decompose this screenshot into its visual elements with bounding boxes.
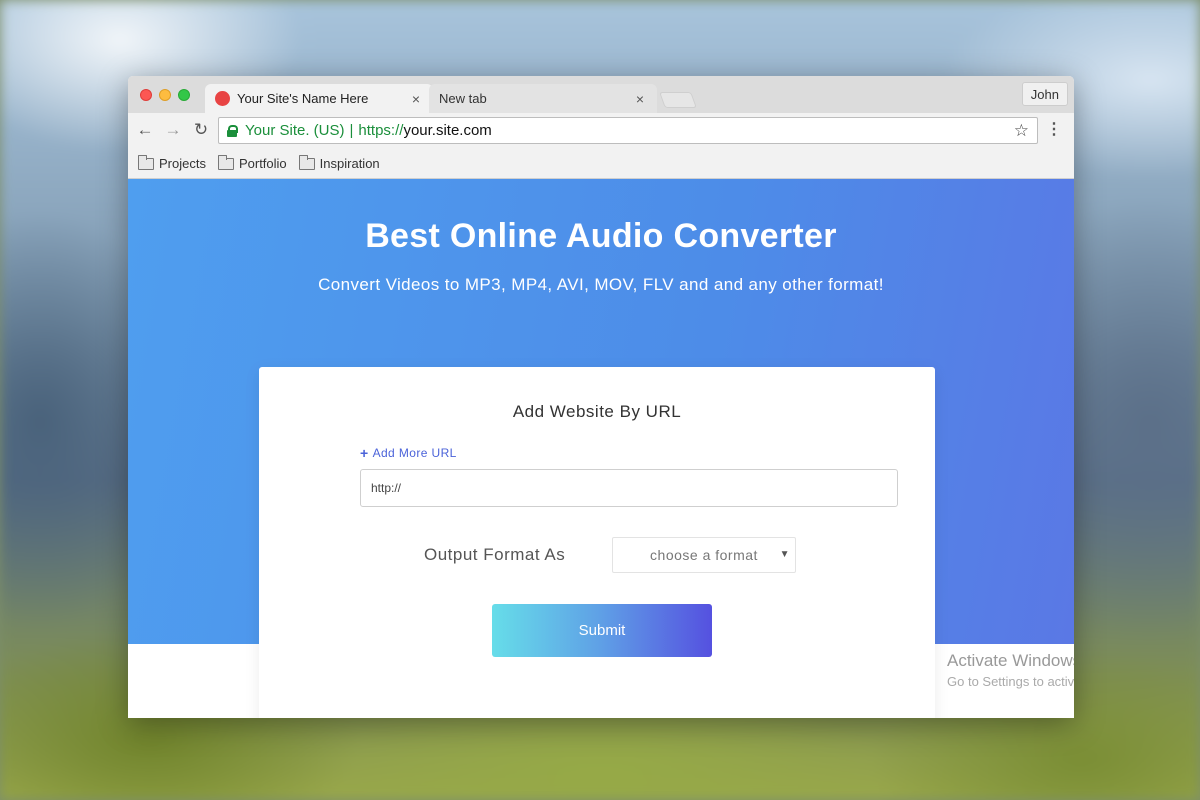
activate-windows-watermark: Activate Windows Go to Settings to activ… — [947, 651, 1074, 701]
tab-label: New tab — [439, 91, 487, 106]
url-scheme: https:// — [358, 122, 404, 139]
favicon-icon — [215, 91, 230, 106]
add-more-url-link[interactable]: + Add More URL — [360, 445, 457, 461]
reload-icon[interactable]: ↻ — [190, 119, 212, 141]
bookmark-inspiration[interactable]: Inspiration — [298, 154, 380, 171]
bookmark-star-icon[interactable]: ☆ — [1014, 121, 1029, 141]
address-separator: | — [349, 122, 354, 139]
page-subtitle: Convert Videos to MP3, MP4, AVI, MOV, FL… — [318, 275, 884, 294]
profile-button[interactable]: John — [1021, 82, 1068, 106]
page-title: Best Online Audio Converter — [365, 217, 837, 255]
folder-icon — [298, 154, 315, 170]
forward-arrow-icon[interactable]: → — [162, 119, 184, 141]
browser-window: Your Site's Name Here × New tab × John ←… — [128, 76, 1074, 718]
folder-icon — [138, 154, 154, 170]
site-identity: Your Site. (US) — [245, 122, 345, 139]
bookmark-label: Inspiration — [319, 156, 380, 171]
lock-icon — [227, 125, 238, 137]
tab-new-tab[interactable]: New tab × — [429, 84, 657, 113]
url-input[interactable] — [360, 469, 898, 507]
back-arrow-icon[interactable]: ← — [134, 119, 156, 141]
maximize-window-button[interactable] — [178, 89, 190, 101]
chevron-down-icon: ▼ — [779, 549, 790, 560]
tab-close-icon[interactable]: × — [633, 91, 647, 107]
format-select-value: choose a format — [650, 547, 758, 563]
bookmark-label: Projects — [159, 156, 206, 171]
tab-close-icon[interactable]: × — [409, 91, 423, 107]
page-content: Best Online Audio Converter Convert Vide… — [128, 179, 1074, 718]
plus-icon: + — [360, 445, 369, 461]
bookmark-label: Portfolio — [238, 156, 287, 171]
bookmark-portfolio[interactable]: Portfolio — [217, 154, 287, 171]
tab-your-site[interactable]: Your Site's Name Here × — [205, 84, 433, 113]
tab-bar: Your Site's Name Here × New tab × John — [128, 76, 1074, 113]
watermark-line1: Activate Windows — [947, 651, 1074, 670]
converter-form-card: Add Website By URL + Add More URL Output… — [259, 367, 935, 718]
submit-button[interactable]: Submit — [492, 604, 712, 657]
url-host: your.site.com — [403, 122, 492, 139]
browser-toolbar: ← → ↻ Your Site. (US) | https:// your.si… — [128, 113, 1074, 149]
minimize-window-button[interactable] — [159, 89, 171, 101]
tab-label: Your Site's Name Here — [237, 91, 369, 106]
format-select[interactable]: choose a format ▼ — [612, 537, 796, 573]
address-bar[interactable]: Your Site. (US) | https:// your.site.com… — [218, 117, 1038, 144]
add-more-url-label: Add More URL — [372, 446, 457, 460]
bookmarks-bar: Projects Portfolio Inspiration — [128, 149, 1074, 179]
form-title: Add Website By URL — [512, 402, 682, 421]
watermark-line2: Go to Settings to activate Windows. — [947, 674, 1074, 689]
new-tab-button[interactable] — [659, 92, 697, 108]
output-format-label: Output Format As — [424, 545, 566, 564]
window-controls — [140, 89, 190, 101]
browser-menu-icon[interactable]: ⋮ — [1046, 121, 1062, 139]
bookmark-projects[interactable]: Projects — [138, 154, 206, 171]
folder-icon — [217, 154, 234, 170]
close-window-button[interactable] — [140, 89, 152, 101]
